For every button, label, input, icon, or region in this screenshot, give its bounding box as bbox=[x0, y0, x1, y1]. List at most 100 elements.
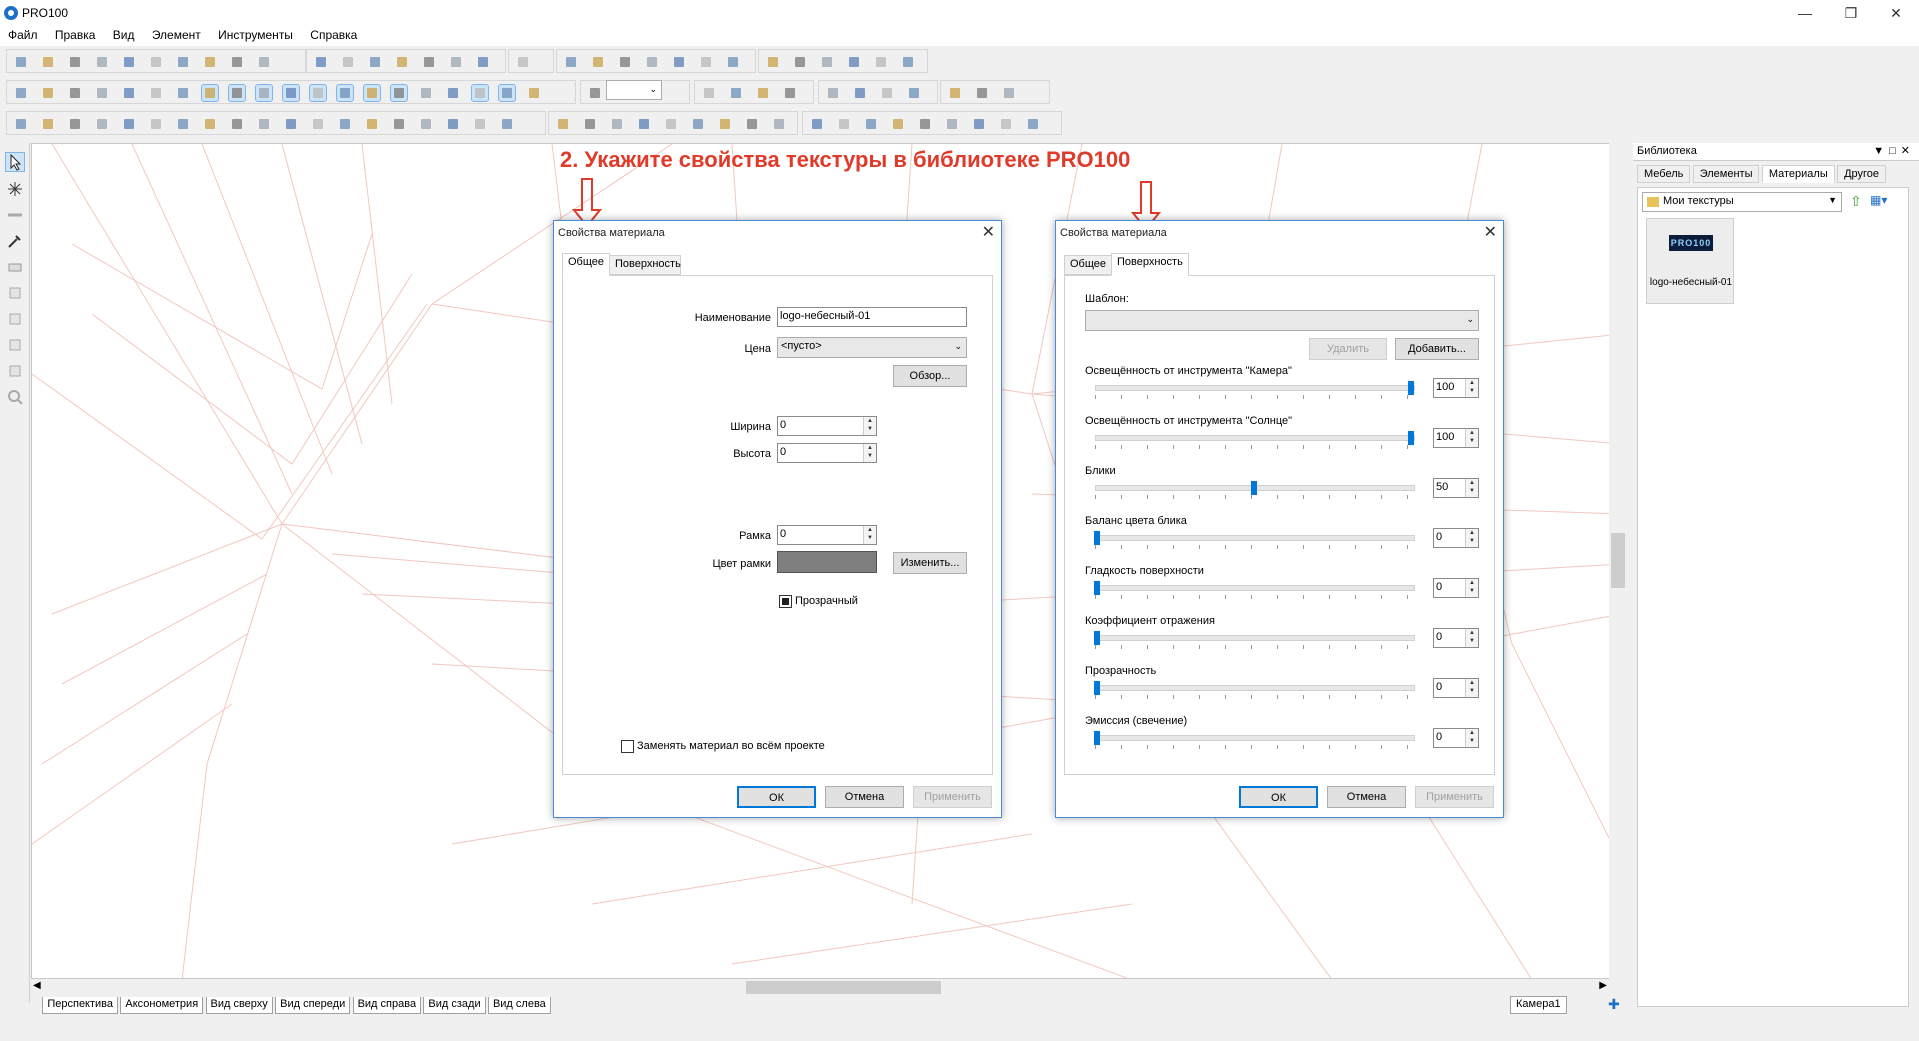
scroll-left-icon[interactable]: ◀ bbox=[33, 980, 41, 991]
paste-icon[interactable] bbox=[836, 116, 852, 132]
paste-icon[interactable] bbox=[202, 54, 218, 70]
new-icon[interactable] bbox=[13, 116, 29, 132]
copy-icon[interactable] bbox=[94, 116, 110, 132]
preview-icon[interactable] bbox=[148, 116, 164, 132]
frame-input[interactable]: 0 ▲ ▼ bbox=[777, 525, 877, 545]
texture-icon[interactable] bbox=[448, 54, 464, 70]
properties-icon[interactable] bbox=[944, 116, 960, 132]
tab-back-view[interactable]: Вид сзади bbox=[423, 997, 486, 1014]
library-panel-controls-icon[interactable]: ▼□✕ bbox=[1873, 144, 1915, 157]
texture-icon[interactable] bbox=[445, 85, 461, 101]
price-select[interactable]: <пусто> ⌄ bbox=[777, 337, 967, 358]
delete-icon[interactable] bbox=[229, 54, 245, 70]
open-icon[interactable] bbox=[690, 116, 706, 132]
close-icon[interactable]: ✕ bbox=[982, 222, 995, 242]
redo-icon[interactable] bbox=[900, 54, 916, 70]
light-icon[interactable] bbox=[418, 85, 434, 101]
light-icon[interactable] bbox=[421, 54, 437, 70]
transparent-checkbox[interactable] bbox=[779, 595, 792, 608]
save-icon[interactable] bbox=[67, 85, 83, 101]
library-item-tile[interactable]: PRO100 logo-небесный-01 bbox=[1646, 218, 1734, 304]
print-icon[interactable] bbox=[771, 116, 787, 132]
render-icon[interactable] bbox=[971, 116, 987, 132]
cut-icon[interactable] bbox=[809, 116, 825, 132]
vertical-scroll-thumb[interactable] bbox=[1611, 533, 1625, 588]
menu-file[interactable]: Файл bbox=[0, 26, 44, 42]
align-icon[interactable] bbox=[582, 116, 598, 132]
save-icon[interactable] bbox=[67, 54, 83, 70]
spin-arrows-icon[interactable]: ▲ ▼ bbox=[1465, 379, 1478, 397]
paste-icon[interactable] bbox=[852, 85, 868, 101]
dim-icon[interactable] bbox=[498, 84, 516, 102]
slider-thumb[interactable] bbox=[1408, 431, 1414, 445]
properties-icon[interactable] bbox=[313, 54, 329, 70]
spin-arrows-icon[interactable]: ▲ ▼ bbox=[863, 417, 876, 435]
close-icon[interactable]: ✕ bbox=[1873, 2, 1919, 24]
spin-arrows-icon[interactable]: ▲ ▼ bbox=[1465, 579, 1478, 597]
change-color-button[interactable]: Изменить... bbox=[893, 552, 967, 574]
cut-icon[interactable] bbox=[825, 85, 841, 101]
open-icon[interactable] bbox=[701, 85, 717, 101]
tab-surface[interactable]: Поверхность bbox=[1111, 253, 1189, 276]
measure-icon[interactable] bbox=[471, 84, 489, 102]
zoom-icon[interactable] bbox=[555, 116, 571, 132]
snap-icon[interactable] bbox=[526, 85, 542, 101]
apply-button[interactable]: Применить bbox=[1415, 786, 1494, 808]
grid-icon[interactable] bbox=[363, 84, 381, 102]
dim-icon[interactable] bbox=[499, 116, 515, 132]
cut-icon[interactable] bbox=[175, 54, 191, 70]
spin-arrows-icon[interactable]: ▲ ▼ bbox=[1465, 429, 1478, 447]
select-pointer-icon[interactable] bbox=[5, 152, 25, 172]
delete-template-button[interactable]: Удалить bbox=[1309, 338, 1387, 360]
delete-icon[interactable] bbox=[228, 84, 246, 102]
slider-value-input[interactable]: 0 ▲ ▼ bbox=[1433, 728, 1479, 748]
slider-track[interactable] bbox=[1095, 735, 1415, 741]
template-select[interactable]: ⌄ bbox=[1085, 310, 1479, 331]
spin-arrows-icon[interactable]: ▲ ▼ bbox=[1465, 479, 1478, 497]
spin-arrows-icon[interactable]: ▲ ▼ bbox=[863, 444, 876, 462]
measure-tool-icon[interactable] bbox=[6, 206, 24, 224]
library-tab-furniture[interactable]: Мебель bbox=[1637, 165, 1691, 183]
undo-icon[interactable] bbox=[890, 116, 906, 132]
grid-icon[interactable] bbox=[367, 54, 383, 70]
paste-icon[interactable] bbox=[202, 116, 218, 132]
frame-color-swatch[interactable] bbox=[777, 551, 877, 573]
tab-top-view[interactable]: Вид сверху bbox=[205, 997, 273, 1014]
save-icon[interactable] bbox=[717, 116, 733, 132]
new-icon[interactable] bbox=[663, 116, 679, 132]
render-icon[interactable] bbox=[336, 84, 354, 102]
delete-icon[interactable] bbox=[229, 116, 245, 132]
redo-icon[interactable] bbox=[283, 116, 299, 132]
slider-thumb[interactable] bbox=[1094, 631, 1100, 645]
library-tab-elements[interactable]: Элементы bbox=[1692, 165, 1760, 183]
tab-general[interactable]: Общее bbox=[1064, 255, 1112, 275]
sum-icon[interactable] bbox=[609, 116, 625, 132]
light-icon[interactable] bbox=[418, 116, 434, 132]
library-tab-materials[interactable]: Материалы bbox=[1761, 165, 1835, 183]
undo-icon[interactable] bbox=[873, 54, 889, 70]
add-camera-icon[interactable]: ✚ bbox=[1608, 996, 1620, 1013]
texture-icon[interactable] bbox=[445, 116, 461, 132]
cancel-button[interactable]: Отмена bbox=[1327, 786, 1406, 808]
camera-icon[interactable] bbox=[391, 116, 407, 132]
tab-front-view[interactable]: Вид спереди bbox=[275, 997, 351, 1014]
copy-icon[interactable] bbox=[94, 54, 110, 70]
array-tool-icon[interactable] bbox=[6, 180, 24, 198]
paste-icon[interactable] bbox=[201, 84, 219, 102]
measure-icon[interactable] bbox=[475, 54, 491, 70]
slider-thumb[interactable] bbox=[1094, 581, 1100, 595]
paste-icon[interactable] bbox=[819, 54, 835, 70]
cut-icon[interactable] bbox=[792, 54, 808, 70]
grid-icon[interactable] bbox=[998, 116, 1014, 132]
tab-left-view[interactable]: Вид слева bbox=[487, 997, 551, 1014]
apply-button[interactable]: Применить bbox=[913, 786, 992, 808]
preview-icon[interactable] bbox=[148, 54, 164, 70]
properties-icon[interactable] bbox=[947, 85, 963, 101]
align-icon[interactable] bbox=[587, 85, 603, 101]
render-icon[interactable] bbox=[340, 54, 356, 70]
slider-track[interactable] bbox=[1095, 685, 1415, 691]
preview-icon[interactable] bbox=[765, 54, 781, 70]
menu-edit[interactable]: Правка bbox=[47, 26, 102, 42]
slider-value-input[interactable]: 50 ▲ ▼ bbox=[1433, 478, 1479, 498]
undo-icon[interactable] bbox=[256, 54, 272, 70]
